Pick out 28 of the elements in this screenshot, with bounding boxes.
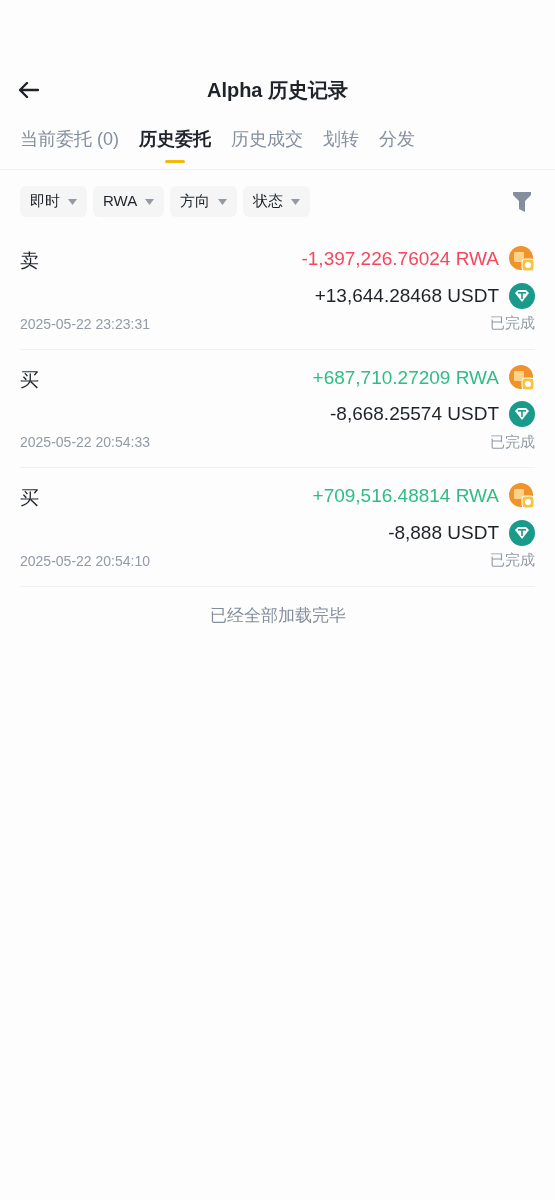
amount: -8,888 USDT	[388, 520, 499, 545]
caret-icon	[145, 198, 155, 205]
caret-icon	[218, 198, 228, 205]
back-icon[interactable]	[19, 82, 39, 98]
order-time: 2025-05-22 20:54:10	[20, 551, 150, 571]
order-time: 2025-05-22 20:54:33	[20, 433, 150, 452]
order-status: 已完成	[490, 431, 535, 452]
amount: +687,710.27209 RWA	[312, 365, 499, 390]
filter-dropdown[interactable]: 方向	[170, 186, 238, 217]
page-title: Alpha 历史记录	[206, 78, 349, 103]
order-time: 2025-05-22 23:23:31	[20, 314, 150, 334]
order-side: 卖	[20, 249, 39, 273]
end-of-list-text: 已经全部加载完毕	[209, 604, 346, 627]
order-side: 买	[20, 486, 39, 510]
amount: -8,668.25574 USDT	[330, 402, 499, 426]
amount: +709,516.48814 RWA	[312, 484, 499, 508]
order-side: 买	[20, 367, 39, 392]
caret-icon	[291, 198, 301, 205]
filter-dropdown[interactable]: RWA	[93, 186, 165, 217]
filter-dropdown[interactable]: 状态	[243, 186, 311, 217]
caret-icon	[68, 198, 77, 205]
filter-dropdown[interactable]: 即时	[20, 186, 87, 217]
order-status: 已完成	[490, 313, 535, 333]
order-status: 已完成	[490, 550, 535, 570]
amount: -1,397,226.76024 RWA	[301, 247, 499, 271]
tab[interactable]: 历史委托	[139, 126, 211, 169]
amount: +13,644.28468 USDT	[314, 283, 499, 308]
filter-icon[interactable]	[513, 191, 531, 212]
